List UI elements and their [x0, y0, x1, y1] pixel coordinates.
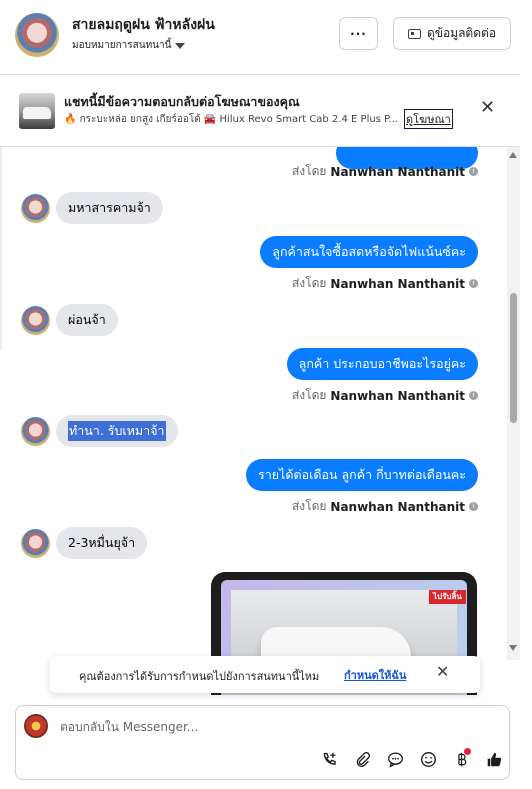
info-icon[interactable]: i — [469, 167, 478, 176]
page-avatar — [24, 714, 48, 738]
call-add-icon[interactable] — [318, 748, 340, 770]
ad-reply-banner: แชทนี้มีข้อความตอบกลับต่อโฆษณาของคุณ 🔥 ก… — [0, 75, 520, 147]
outgoing-message[interactable]: รายได้ต่อเดือน ลูกค้า กี่บาทต่อเดือนคะ — [246, 459, 478, 491]
incoming-message[interactable]: มหาสารคามจ้า — [56, 192, 163, 224]
sender-name: Nanwhan Nanthanit — [330, 388, 465, 403]
incoming-message[interactable]: ผ่อนจ้า — [56, 304, 118, 336]
more-icon: ··· — [350, 26, 367, 41]
assign-to-me-link[interactable]: กำหนดให้ฉัน — [344, 666, 406, 684]
sender-name: Nanwhan Nanthanit — [330, 276, 465, 291]
baht-payment-icon[interactable] — [450, 748, 472, 770]
sent-by-prefix: ส่งโดย — [291, 388, 327, 402]
message-thread: ส่งโดย Nanwhan Nanthanit i มหาสารคามจ้า … — [0, 147, 520, 695]
image-tag: ไปรับลิ้น — [429, 590, 466, 604]
sender-name: Nanwhan Nanthanit — [330, 164, 465, 179]
notification-dot — [464, 748, 471, 755]
scroll-up-arrow[interactable] — [509, 152, 517, 158]
assign-toast: คุณต้องการได้รับการกำหนดไปยังการสนทนานี้… — [50, 656, 480, 693]
ad-thumbnail[interactable] — [19, 93, 55, 129]
message-composer — [15, 705, 510, 780]
contact-avatar-small[interactable] — [21, 194, 50, 223]
close-icon[interactable]: ✕ — [480, 99, 495, 117]
more-options-button[interactable]: ··· — [339, 17, 378, 50]
toast-text: คุณต้องการได้รับการกำหนดไปยังการสนทนานี้… — [79, 670, 320, 683]
reply-input[interactable] — [60, 715, 480, 739]
contact-avatar-small[interactable] — [21, 417, 50, 446]
sent-by-prefix: ส่งโดย — [291, 164, 327, 178]
outgoing-message[interactable]: ลูกค้า ประกอบอาชีพอะไรอยู่คะ — [286, 348, 478, 380]
thumbs-up-icon[interactable] — [483, 748, 505, 770]
contact-card-icon — [407, 28, 421, 39]
composer-toolbar — [318, 748, 505, 770]
sent-by-label: ส่งโดย Nanwhan Nanthanit i — [292, 274, 478, 293]
close-icon[interactable]: ✕ — [436, 664, 449, 680]
sent-by-label: ส่งโดย Nanwhan Nanthanit i — [292, 162, 478, 181]
chevron-down-icon — [175, 42, 186, 49]
contact-avatar[interactable] — [15, 13, 59, 57]
chat-scrollbar[interactable] — [507, 147, 520, 660]
sent-by-label: ส่งโดย Nanwhan Nanthanit i — [292, 386, 478, 405]
view-ad-link[interactable]: ดูโฆษณา — [404, 109, 453, 129]
scroll-thumb[interactable] — [510, 293, 517, 423]
ad-banner-title: แชทนี้มีข้อความตอบกลับต่อโฆษณาของคุณ — [64, 94, 300, 109]
info-icon[interactable]: i — [469, 279, 478, 288]
incoming-message[interactable]: ทำนา. รับเหมาจ้า — [56, 415, 178, 447]
contact-avatar-small[interactable] — [21, 306, 50, 335]
incoming-message[interactable]: 2-3หมื่นยุจ้า — [56, 527, 148, 559]
selected-text[interactable]: ทำนา. รับเหมาจ้า — [68, 421, 166, 441]
assign-dropdown[interactable]: มอบหมายการสนทนานี้ — [72, 38, 186, 53]
contact-avatar-small[interactable] — [21, 529, 50, 558]
emoji-icon[interactable] — [417, 748, 439, 770]
sender-name: Nanwhan Nanthanit — [330, 499, 465, 514]
attachment-icon[interactable] — [351, 748, 373, 770]
outgoing-message[interactable]: ลูกค้าสนใจซื้อสดหรือจัดไฟแน้นซ์คะ — [260, 236, 478, 268]
sent-by-prefix: ส่งโดย — [291, 276, 327, 290]
sent-by-prefix: ส่งโดย — [291, 499, 327, 513]
contact-name[interactable]: สายลมฤดูฝน ฟ้าหลังฝน — [72, 14, 215, 36]
view-contact-label: ดูข้อมูลติดต่อ — [426, 26, 497, 40]
scroll-down-arrow[interactable] — [509, 645, 517, 651]
view-contact-button[interactable]: ดูข้อมูลติดต่อ — [393, 17, 511, 50]
ad-banner-subtitle: 🔥 กระบะหล่อ ยกสูง เกียร์ออโต้ 🚘 Hilux Re… — [64, 114, 399, 125]
conversation-header: สายลมฤดูฝน ฟ้าหลังฝน มอบหมายการสนทนานี้ … — [0, 0, 520, 75]
assign-label: มอบหมายการสนทนานี้ — [72, 40, 172, 51]
info-icon[interactable]: i — [469, 391, 478, 400]
sent-by-label: ส่งโดย Nanwhan Nanthanit i — [292, 497, 478, 516]
info-icon[interactable]: i — [469, 502, 478, 511]
chat-bubble-icon[interactable] — [384, 748, 406, 770]
